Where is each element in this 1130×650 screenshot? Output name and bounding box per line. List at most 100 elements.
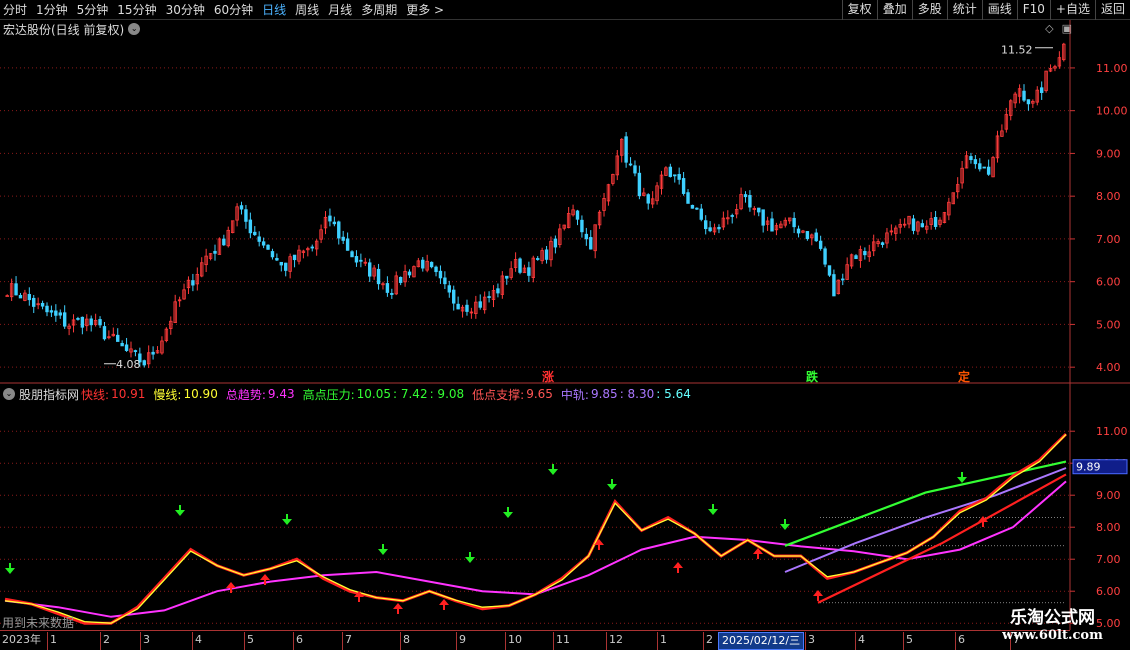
candle-body [213,250,217,254]
y-tick-label: 9.00 [1096,147,1121,160]
candle-body [89,318,93,326]
candle-body [58,312,62,316]
date-tick: 2023年 [2,633,41,646]
candle-body [796,228,801,234]
candle-body [677,174,681,180]
candle-body [628,163,633,166]
date-tick: 1 [47,632,57,650]
candle-body [292,254,297,261]
candle-body [717,226,721,230]
candlestick-series [5,42,1066,369]
pressure-line [784,460,1067,547]
fast-line-label: 快线: [81,387,110,402]
candle-body [279,261,284,266]
candle-body [536,258,540,260]
date-tick: 4 [855,632,865,650]
y-tick-label: 11.00 [1096,425,1128,438]
candle-body [284,262,288,271]
date-tick: 6 [293,632,303,650]
candle-body [553,238,558,248]
mid-band-value-2: : 8.30 [619,387,655,401]
y-tick-label: 6.00 [1096,585,1121,598]
watermark-title: 乐淘公式网 [1010,608,1095,628]
y-tick-label: 8.00 [1096,521,1121,534]
candle-body [584,233,589,240]
mid-band-value: 9.85 [590,387,618,401]
diamond-icon[interactable]: ◇ [1045,22,1053,35]
candle-body [478,301,482,308]
support-value: 9.65 [526,387,553,401]
sell-arrow-head [465,557,475,563]
date-tick: 1 [657,632,667,650]
candle-body [973,159,978,165]
candle-body [385,283,390,293]
candle-body [686,192,690,204]
candle-body [244,209,248,222]
support-label: 低点支撑: [472,387,525,402]
candle-body [49,310,54,313]
date-tick: 5 [244,632,254,650]
candle-body [748,195,752,208]
candle-body [429,261,434,268]
y-tick-label: 7.00 [1096,233,1121,246]
candle-body [266,244,270,250]
candle-body [668,166,673,177]
window-icon[interactable]: ▣ [1062,22,1072,35]
pressure-value: 10.05 [356,387,391,401]
sell-arrow-head [708,509,718,515]
candle-body [337,221,341,239]
date-tick: 9 [456,632,466,650]
candle-body [743,194,748,198]
high-label: 11.52 [1001,44,1033,57]
y-tick-label: 8.00 [1096,190,1121,203]
date-tick: 4 [192,632,202,650]
sell-arrow-head [378,549,388,555]
chevron-down-icon[interactable]: ⌄ [128,23,141,35]
candle-body [270,251,275,258]
date-axis: 2023年 1 2 3 4 5 6 7 8 9 10 11 12 1 2 3 4… [0,630,1070,650]
pressure-label: 高点压力: [302,387,355,402]
candle-body [818,240,823,249]
candle-body [527,267,531,276]
candle-body [920,223,925,228]
current-value-text: 9.89 [1076,461,1101,474]
candle-body [32,297,36,307]
candle-body [854,255,858,260]
candle-body [757,207,761,213]
candle-body [354,256,359,263]
indicator-name: 股朋指标网 [19,387,80,402]
candle-body [730,215,734,217]
mid-band-value-3: : 5.64 [656,387,691,401]
y-tick-label: 11.00 [1096,62,1128,75]
candle-body [341,236,345,241]
buy-arrow-head [439,599,449,605]
pressure-value-3: : 9.08 [429,387,465,401]
candle-body [102,326,107,340]
slow-line-label: 慢线: [153,387,182,402]
candle-body [823,248,827,265]
candle-body [98,319,102,326]
candle-body [191,280,195,286]
candle-body [863,250,867,256]
chevron-down-icon[interactable]: ⌄ [3,388,15,400]
candle-body [253,231,257,236]
trend-label: 总趋势: [225,387,266,402]
candle-body [261,241,266,246]
y-tick-label: 7.00 [1096,553,1121,566]
future-data-note: 用到未来数据 [2,616,75,630]
candle-body [880,242,885,245]
candle-body [434,266,438,273]
sell-arrow-head [957,477,967,483]
watermark-url: www.60lt.com [1002,628,1103,643]
candle-body [624,136,628,163]
sell-arrow-head [503,512,513,518]
date-tick: 7 [342,632,352,650]
candle-body [814,232,818,242]
y-tick-label: 4.00 [1096,361,1121,374]
candle-body [986,166,991,175]
candle-body [133,350,138,352]
candle-body [832,274,836,297]
candle-body [911,218,916,231]
candle-body [116,334,120,342]
watermark: 乐淘公式网 www.60lt.com [990,608,1115,643]
